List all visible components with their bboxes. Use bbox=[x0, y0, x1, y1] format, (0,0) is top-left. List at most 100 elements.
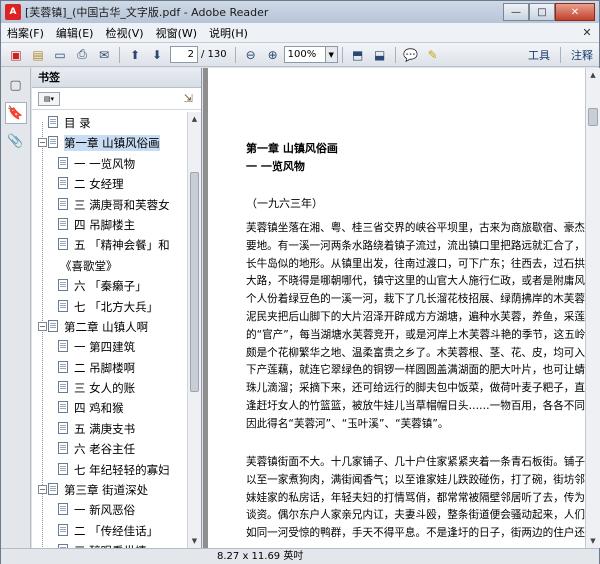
bookmarks-header: 书签 bbox=[32, 68, 201, 88]
previous-page-icon[interactable]: ⬆ bbox=[125, 46, 145, 64]
bookmark-item[interactable]: − 第三章 街道深处 bbox=[32, 479, 187, 499]
close-button[interactable]: ✕ bbox=[555, 3, 595, 21]
next-page-icon[interactable]: ⬇ bbox=[147, 46, 167, 64]
bookmark-page-icon bbox=[58, 421, 68, 434]
document-scrollbar[interactable]: ▲ ▼ bbox=[585, 68, 600, 548]
bookmark-label: 第二章 山镇人啊 bbox=[64, 319, 149, 334]
attachments-icon[interactable]: 📎 bbox=[5, 130, 27, 152]
text-line: 泥民夹把后山脚下的大片沼泽开辟成方方湖塘，遍种水芙蓉，养鱼，采莲，广 bbox=[246, 310, 585, 323]
bookmark-page-icon bbox=[58, 238, 68, 251]
expand-bookmark-icon[interactable]: ⇲ bbox=[184, 92, 193, 105]
bookmark-page-icon bbox=[48, 136, 58, 149]
bookmark-label: 二 女经理 bbox=[74, 177, 124, 192]
bookmark-item[interactable]: 二 女经理 bbox=[32, 173, 187, 193]
comment-icon[interactable]: 💬 bbox=[401, 46, 421, 64]
document-page: 第一章 山镇风俗画 一 一览风物 （一九六三年） 芙蓉镇坐落在湘、粤、桂三省交界… bbox=[208, 68, 585, 548]
create-pdf-icon[interactable]: ▣ bbox=[6, 46, 26, 64]
text-line: 下产莲藕，就连它翠绿色的铜锣一样圆圆盖满湖面的肥大叶片，也可让蜻蜓立 bbox=[246, 364, 585, 377]
text-line: 个人份着绿豆色的一溪一河，栽下了几长溜花枝招展、绿荫拂岸的木芙蓉，使 bbox=[246, 293, 585, 306]
collapse-toggle-icon[interactable]: − bbox=[38, 138, 47, 148]
text-line: 妹娃家的私房话，年轻夫妇的打情骂俏，都常常被隔壁邻居听了去，传为一街 bbox=[246, 491, 585, 504]
bookmark-item[interactable]: 七 「北方大兵」 bbox=[32, 296, 187, 316]
menu-help[interactable]: 说明(H) bbox=[203, 25, 254, 41]
bookmark-item[interactable]: 一 一览风物 bbox=[32, 153, 187, 173]
minimize-button[interactable]: — bbox=[503, 3, 529, 21]
bookmarks-scrollbar[interactable]: ▲ ▼ bbox=[187, 112, 201, 548]
pages-icon[interactable]: ▢ bbox=[5, 74, 27, 96]
bookmark-item[interactable]: 四 吊脚楼主 bbox=[32, 214, 187, 234]
print-icon[interactable]: ⎙ bbox=[72, 46, 92, 64]
bookmark-item[interactable]: 六 老谷主任 bbox=[32, 438, 187, 458]
highlight-icon[interactable]: ✎ bbox=[423, 46, 443, 64]
bookmark-item[interactable]: 三 醉眼看世情 bbox=[32, 540, 187, 548]
bookmark-page-icon bbox=[58, 177, 68, 190]
text-line: 芙蓉镇街面不大。十几家铺子、几十户住家紧紧夹着一条青石板街。铺子和铺 bbox=[246, 456, 585, 468]
bookmark-options-icon[interactable]: ▤▾ bbox=[38, 91, 60, 106]
scroll-down-icon[interactable]: ▼ bbox=[188, 534, 201, 548]
bookmark-page-icon bbox=[58, 360, 68, 373]
fit-width-icon[interactable]: ⬓ bbox=[370, 46, 390, 64]
bookmark-item[interactable]: 五 「精神会餐」和 bbox=[32, 234, 187, 254]
bookmark-item[interactable]: 四 鸡和猴 bbox=[32, 397, 187, 417]
doc-scroll-thumb[interactable] bbox=[588, 108, 598, 126]
bookmark-item[interactable]: 七 年纪轻轻的寡妇 bbox=[32, 459, 187, 479]
menu-window[interactable]: 视窗(W) bbox=[150, 25, 203, 41]
bookmark-item[interactable]: − 第一章 山镇风俗画 bbox=[32, 132, 187, 152]
bookmark-page-icon bbox=[58, 503, 68, 516]
bookmark-item[interactable]: 一 第四建筑 bbox=[32, 336, 187, 356]
bookmark-page-icon bbox=[48, 319, 58, 332]
collapse-toggle-icon[interactable]: − bbox=[38, 485, 47, 495]
close-document-icon[interactable]: ✕ bbox=[579, 26, 595, 39]
bookmark-item[interactable]: 五 满庚支书 bbox=[32, 418, 187, 438]
scroll-thumb[interactable] bbox=[190, 172, 199, 392]
text-line: 大路，不晓得是哪朝哪代，镇守这里的山官大人施行仁政，或者是附庸风雅图 bbox=[246, 275, 585, 288]
zoom-dropdown-icon[interactable]: ▼ bbox=[325, 46, 338, 63]
zoom-in-icon[interactable]: ⊕ bbox=[263, 46, 283, 64]
menu-file[interactable]: 档案(F) bbox=[1, 25, 50, 41]
bookmark-item[interactable]: 目 录 bbox=[32, 112, 187, 132]
bookmark-item[interactable]: 三 女人的账 bbox=[32, 377, 187, 397]
save-icon[interactable]: ▭ bbox=[50, 46, 70, 64]
bookmark-label: 一 第四建筑 bbox=[74, 340, 136, 355]
bookmark-item[interactable]: 《喜歌堂》 bbox=[32, 255, 187, 275]
open-icon[interactable]: ▤ bbox=[28, 46, 48, 64]
bookmarks-icon[interactable]: 🔖 bbox=[4, 102, 27, 124]
menu-bar: 档案(F) 编辑(E) 检视(V) 视窗(W) 说明(H) ✕ bbox=[1, 23, 599, 43]
collapse-toggle-icon[interactable]: − bbox=[38, 321, 47, 331]
bookmark-label: 《喜歌堂》 bbox=[60, 258, 118, 273]
bookmark-page-icon bbox=[58, 156, 68, 169]
bookmark-label: 目 录 bbox=[64, 116, 91, 130]
document-area[interactable]: 第一章 山镇风俗画 一 一览风物 （一九六三年） 芙蓉镇坐落在湘、粤、桂三省交界… bbox=[203, 68, 585, 548]
navigation-pane-strip: ▢ 🔖 📎 bbox=[1, 68, 31, 548]
bookmark-label: 六 老谷主任 bbox=[74, 442, 136, 457]
tools-button[interactable]: 工具 bbox=[522, 47, 556, 63]
doc-scroll-down-icon[interactable]: ▼ bbox=[586, 534, 600, 548]
status-bar-left bbox=[1, 548, 203, 564]
email-icon[interactable]: ✉ bbox=[94, 46, 114, 64]
maximize-button[interactable]: □ bbox=[529, 3, 555, 21]
text-line: 颇是个花柳繁华之地、温柔富贵之乡了。木芙蓉根、茎、花、皮，均可入药，水 bbox=[246, 346, 585, 359]
menu-edit[interactable]: 编辑(E) bbox=[50, 25, 100, 41]
text-line: 逢赶圩女人的竹篮篮，被放牛娃儿当草帽帽日头……一物百用，各各不同，长 bbox=[246, 399, 585, 412]
bookmark-item[interactable]: − 第二章 山镇人啊 bbox=[32, 316, 187, 336]
page-number-input[interactable]: 2 bbox=[170, 46, 198, 63]
bookmark-item[interactable]: 三 满庚哥和芙蓉女 bbox=[32, 194, 187, 214]
comment-button[interactable]: 注释 bbox=[565, 47, 599, 63]
zoom-out-icon[interactable]: ⊖ bbox=[241, 46, 261, 64]
bookmark-page-icon bbox=[58, 340, 68, 353]
zoom-input[interactable]: 100% bbox=[283, 46, 326, 63]
bookmark-item[interactable]: 一 新风恶俗 bbox=[32, 499, 187, 519]
doc-scroll-up-icon[interactable]: ▲ bbox=[586, 68, 600, 82]
bookmark-item[interactable]: 六 「秦癞子」 bbox=[32, 275, 187, 295]
section-heading: 一 一览风物 bbox=[246, 160, 305, 173]
bookmark-item[interactable]: 二 「传经佳话」 bbox=[32, 520, 187, 540]
chapter-heading: 第一章 山镇风俗画 bbox=[246, 142, 338, 155]
menu-view[interactable]: 检视(V) bbox=[99, 25, 149, 41]
bookmark-item[interactable]: 二 吊脚楼啊 bbox=[32, 357, 187, 377]
text-line: 长牛岛似的地形。从镇里出发，往南过渡口，可下广东；往西去，过石拱桥， bbox=[246, 257, 585, 270]
scroll-up-icon[interactable]: ▲ bbox=[188, 112, 201, 126]
fit-page-icon[interactable]: ⬒ bbox=[348, 46, 368, 64]
page-size-readout: 8.27 x 11.69 英吋 bbox=[217, 551, 304, 562]
bookmark-page-icon bbox=[58, 523, 68, 536]
title-bar: A [芙蓉镇]_(中国古华_文字版.pdf - Adobe Reader — □… bbox=[1, 1, 599, 23]
